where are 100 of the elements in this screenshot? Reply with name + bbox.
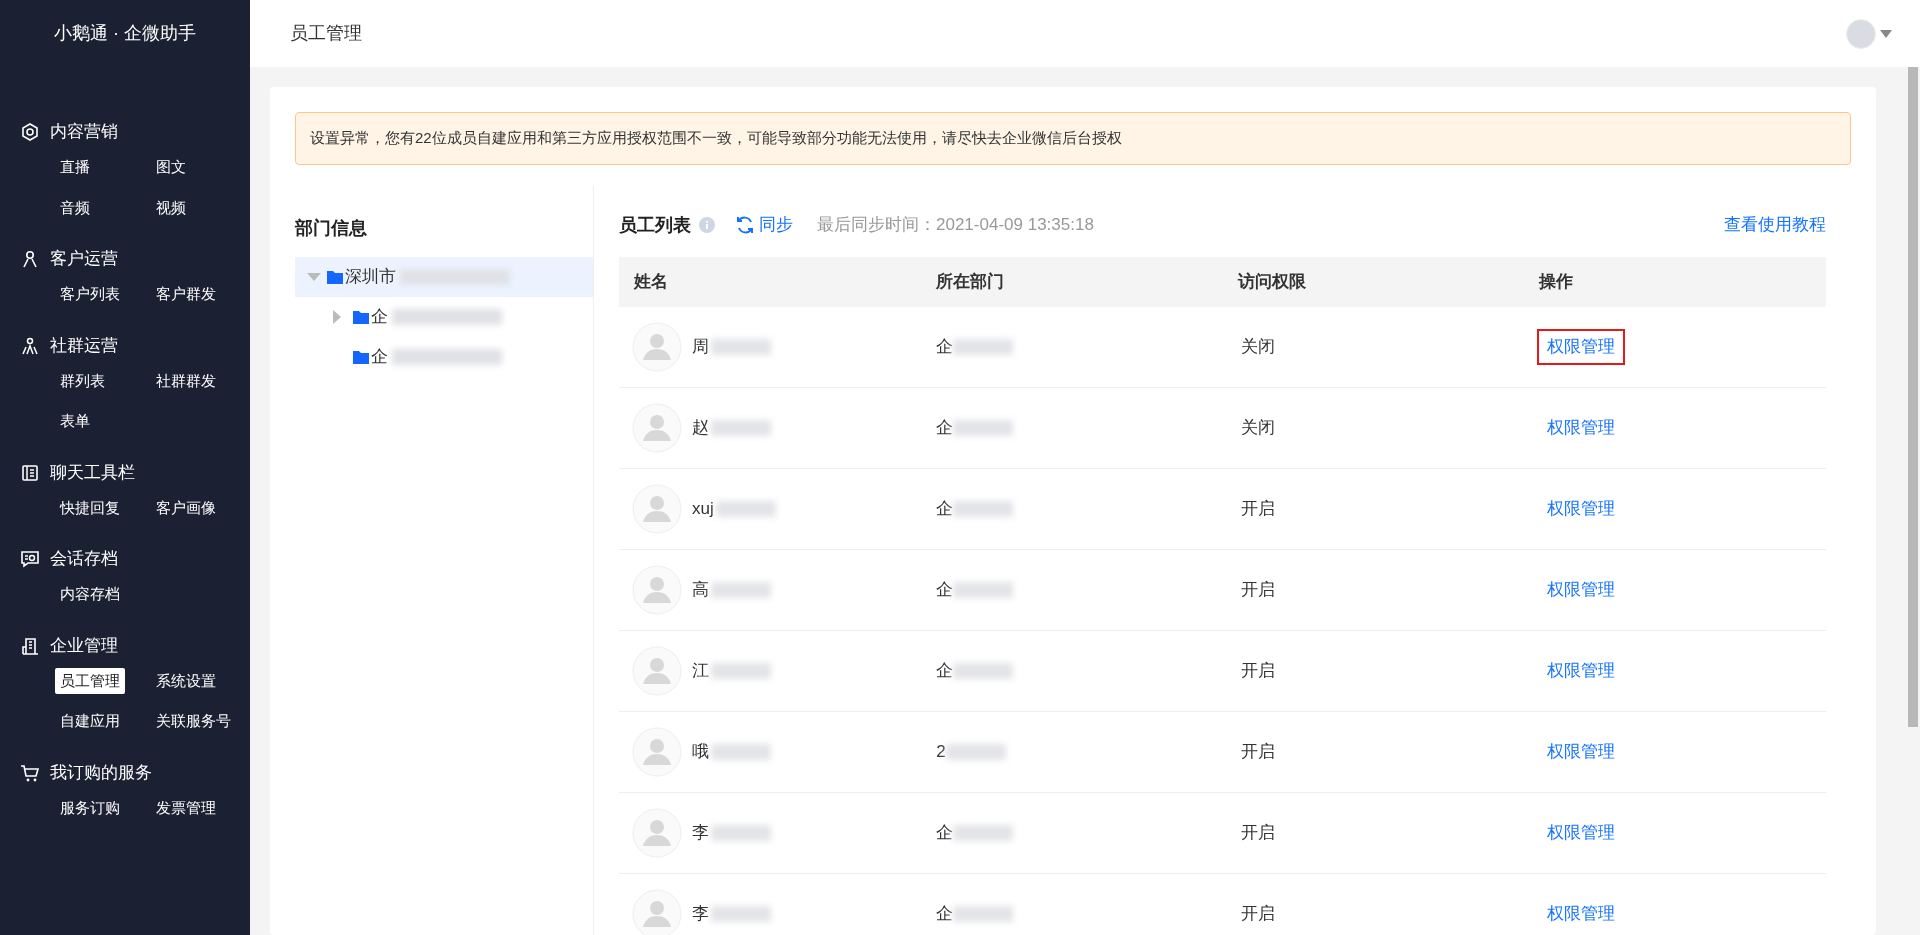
nav-group-title[interactable]: 企业管理 — [50, 632, 118, 659]
nav-item[interactable]: 快捷回复 — [55, 494, 125, 521]
info-icon[interactable] — [699, 217, 715, 233]
department-cell-text: 企 — [936, 903, 954, 926]
department-cell-text: 企 — [936, 417, 954, 440]
folder-icon — [353, 310, 369, 324]
app-title: 小鹅通 · 企微助手 — [54, 22, 196, 45]
column-header: 所在部门 — [935, 272, 1004, 292]
chat-search-icon — [20, 549, 40, 569]
employee-name: xuj — [692, 498, 714, 521]
refresh-icon — [735, 215, 755, 235]
panel-title: 部门信息 — [295, 217, 367, 240]
permission-link[interactable]: 权限管理 — [1536, 572, 1625, 608]
nav-item[interactable]: 客户群发 — [151, 281, 221, 308]
redacted-text — [711, 744, 771, 760]
employee-name: 周 — [692, 336, 709, 359]
department-cell-text: 企 — [936, 579, 954, 602]
permission-link[interactable]: 权限管理 — [1536, 410, 1625, 446]
access-cell: 开启 — [1240, 580, 1275, 600]
caret-right-icon[interactable] — [333, 310, 341, 324]
scrollbar[interactable] — [1908, 67, 1918, 727]
nav-item[interactable]: 直播 — [55, 154, 95, 181]
employee-name: 高 — [692, 579, 709, 602]
nav-item[interactable]: 自建应用 — [55, 708, 125, 735]
avatar-icon — [632, 484, 682, 534]
nav-group-title[interactable]: 会话存档 — [50, 546, 118, 572]
nav-item[interactable]: 社群群发 — [151, 367, 221, 394]
employee-name: 李 — [692, 822, 709, 845]
building-icon — [20, 635, 40, 656]
people-icon — [20, 335, 40, 356]
redacted-text — [953, 825, 1014, 841]
caret-down-icon[interactable] — [307, 273, 321, 281]
nav-item[interactable]: 内容存档 — [55, 581, 125, 608]
nav-item[interactable]: 发票管理 — [151, 794, 221, 821]
permission-link[interactable]: 权限管理 — [1536, 896, 1625, 932]
redacted-text — [711, 906, 771, 922]
nav-item[interactable]: 客户列表 — [55, 281, 125, 308]
redacted-text — [711, 825, 771, 841]
folder-icon — [353, 350, 369, 364]
nav-item[interactable]: 系统设置 — [151, 667, 221, 694]
access-cell: 开启 — [1240, 823, 1275, 843]
nav-group-title[interactable]: 客户运营 — [50, 246, 118, 272]
access-cell: 关闭 — [1240, 337, 1275, 357]
redacted-text — [711, 582, 771, 598]
caret-icon[interactable] — [1880, 29, 1892, 38]
employee-name: 江 — [692, 660, 709, 683]
department-cell-text: 企 — [936, 336, 954, 359]
access-cell: 关闭 — [1240, 418, 1275, 438]
permission-link[interactable]: 权限管理 — [1536, 653, 1625, 689]
nav-item[interactable]: 客户画像 — [151, 494, 221, 521]
employee-name: 哦 — [692, 741, 709, 764]
employee-name: 赵 — [692, 417, 709, 440]
permission-link[interactable]: 权限管理 — [1536, 329, 1625, 365]
tree-node[interactable]: 深圳市 — [295, 257, 593, 297]
warning-text: 设置异常，您有22位成员自建应用和第三方应用授权范围不一致，可能导致部分功能无法使用，请尽快去企业微信后台授权 — [310, 128, 1122, 149]
avatar-icon — [632, 727, 682, 777]
nav-item[interactable]: 员工管理 — [55, 667, 125, 694]
redacted-text — [711, 339, 771, 355]
nav-group-title[interactable]: 社群运营 — [50, 332, 118, 359]
tree-node[interactable]: 企 — [295, 337, 593, 377]
nav-item[interactable]: 音频 — [55, 194, 95, 221]
avatar-icon — [632, 403, 682, 453]
access-cell: 开启 — [1240, 904, 1275, 924]
permission-link[interactable]: 权限管理 — [1536, 734, 1625, 770]
employee-name: 李 — [692, 903, 709, 926]
department-cell-text: 企 — [936, 660, 954, 683]
column-header: 姓名 — [634, 272, 668, 292]
nav-group-title[interactable]: 聊天工具栏 — [50, 459, 135, 486]
redacted-text — [953, 663, 1014, 679]
tree-node[interactable]: 企 — [295, 297, 593, 337]
avatar-icon — [632, 646, 682, 696]
nav-item[interactable]: 关联服务号 — [151, 708, 236, 735]
redacted-text — [715, 501, 776, 517]
nav-group-title[interactable]: 我订购的服务 — [50, 759, 152, 786]
nav-item[interactable]: 视频 — [151, 194, 191, 221]
nav-group-title[interactable]: 内容营销 — [50, 119, 118, 145]
avatar-icon — [632, 322, 682, 372]
permission-link[interactable]: 权限管理 — [1536, 491, 1625, 527]
cart-icon — [20, 762, 40, 783]
redacted-text — [953, 906, 1014, 922]
hexagon-icon — [20, 122, 40, 142]
list-title: 员工列表 — [619, 213, 691, 237]
redacted-text — [953, 420, 1014, 436]
column-header: 访问权限 — [1237, 272, 1306, 292]
department-cell-text: 企 — [936, 822, 954, 845]
nav-item[interactable]: 服务订购 — [55, 794, 125, 821]
folder-icon — [327, 270, 343, 284]
nav-item[interactable]: 表单 — [55, 408, 95, 435]
access-cell: 开启 — [1240, 661, 1275, 681]
nav-item[interactable]: 图文 — [151, 154, 191, 181]
document-icon — [20, 462, 40, 483]
redacted-text — [945, 744, 1006, 760]
redacted-text — [711, 420, 771, 436]
person-icon — [20, 249, 40, 269]
redacted-text — [953, 501, 1014, 517]
sync-button[interactable]: 同步 — [735, 212, 793, 238]
tutorial-link[interactable]: 查看使用教程 — [1724, 212, 1826, 238]
avatar-icon — [632, 565, 682, 615]
permission-link[interactable]: 权限管理 — [1536, 815, 1625, 851]
nav-item[interactable]: 群列表 — [55, 367, 110, 394]
